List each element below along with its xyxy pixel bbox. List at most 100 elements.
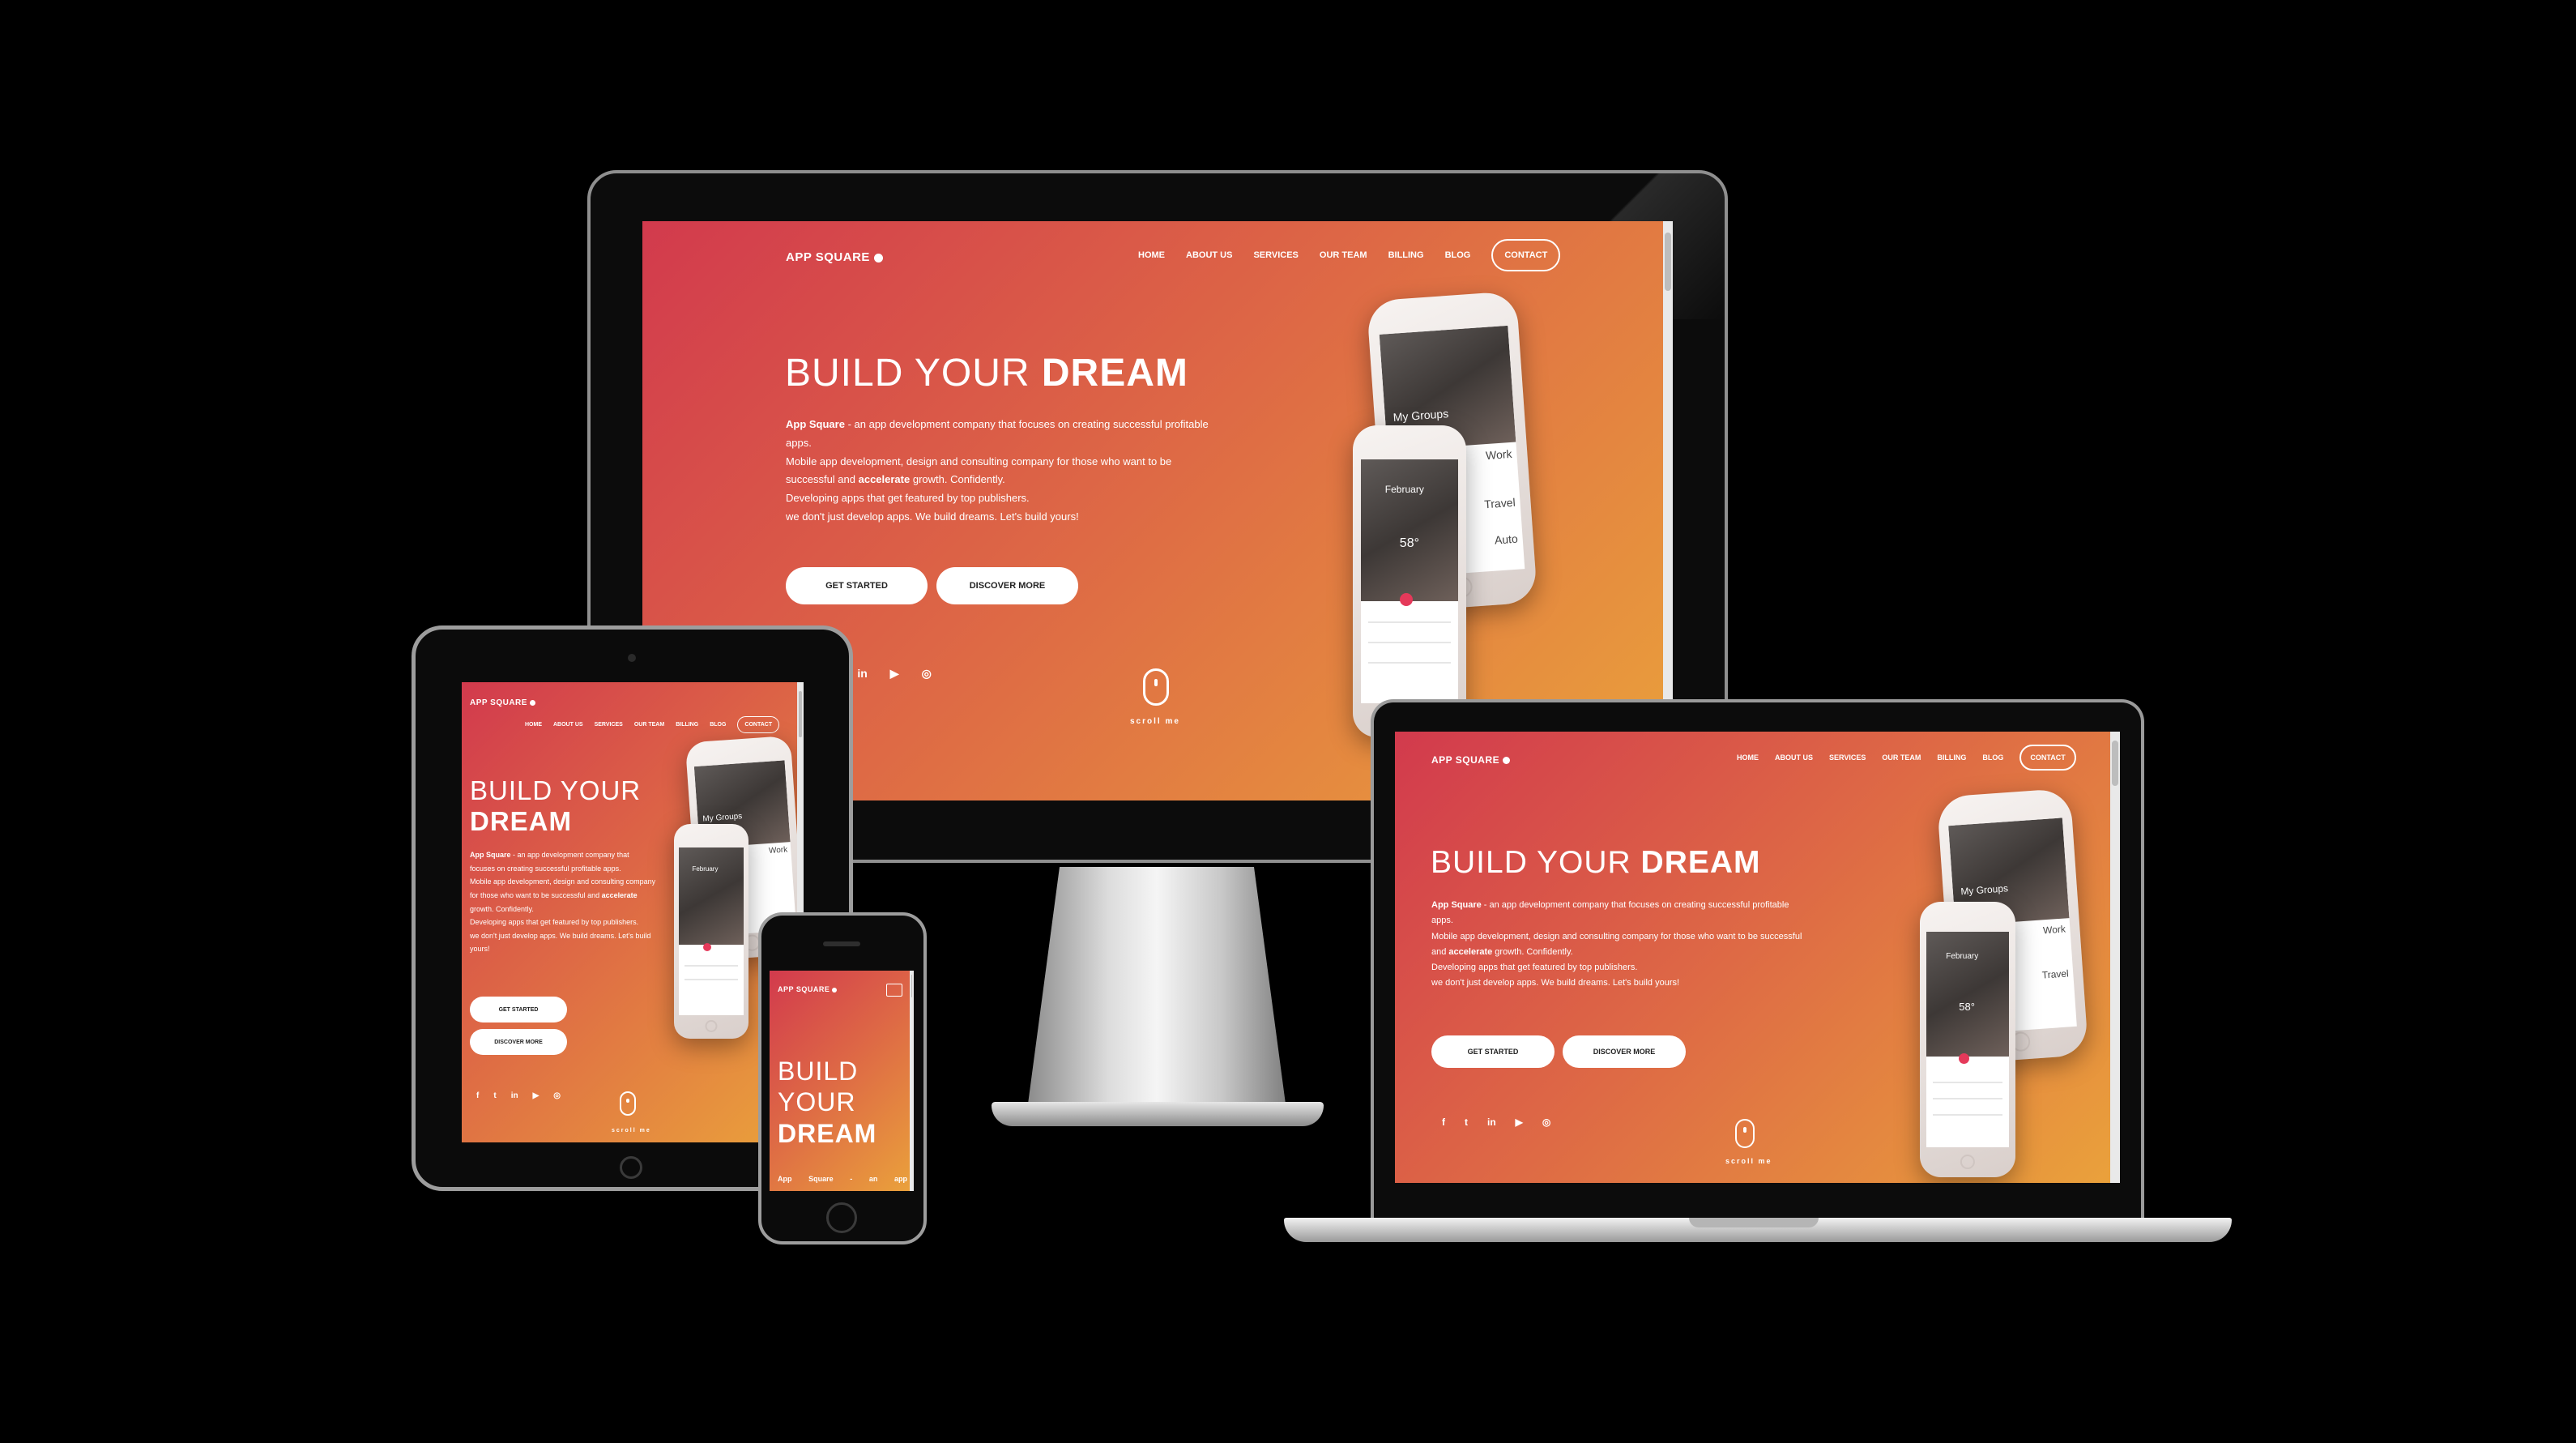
desktop-hero-phone-front: February 58° [1353,425,1466,737]
phone-list-row [1933,1098,2002,1100]
hero-description: App Square - an app development company … [470,848,656,956]
linkedin-icon[interactable]: in [511,1091,518,1100]
desc-accent: accelerate [858,473,911,486]
nav-billing[interactable]: BILLING [1937,754,1966,762]
nav-our-team[interactable]: OUR TEAM [1320,250,1367,260]
nav-home[interactable]: HOME [1737,754,1759,762]
scroll-mouse-icon[interactable] [620,1091,636,1116]
phone-temp-label: 58° [1399,536,1419,551]
nav-about-us[interactable]: ABOUT US [553,722,583,728]
desc-line-1: - an app development company that focuse… [786,418,1209,449]
main-nav: HOME ABOUT US SERVICES OUR TEAM BILLING … [1138,239,1561,271]
phone-list-row [1368,621,1451,624]
tablet-hero-phone-front: February [674,824,748,1039]
headline-bold: DREAM [1640,845,1761,880]
desc-line-3: growth. Confidently. [470,904,534,913]
nav-our-team[interactable]: OUR TEAM [1882,754,1921,762]
contact-button[interactable]: CONTACT [737,716,780,733]
nav-blog[interactable]: BLOG [710,722,726,728]
get-started-button[interactable]: GET STARTED [470,997,567,1022]
scroll-mouse-icon[interactable] [1735,1119,1755,1148]
phone-month-label: February [692,865,719,873]
hero-headline: BUILD YOUR DREAM [1431,845,1761,882]
headline-bold: DREAM [1041,352,1188,395]
phone-travel-label: Travel [2041,967,2070,981]
phone-list-row [684,979,739,981]
smartphone-home-button[interactable] [826,1202,857,1233]
nav-blog[interactable]: BLOG [1982,754,2003,762]
mobile-desc-word: - [850,1175,853,1183]
site-logo[interactable]: APP SQUARE [1431,754,1510,766]
desc-line-5: we don't just develop apps. We build dre… [1431,978,1680,988]
site-logo[interactable]: APP SQUARE [786,250,883,264]
discover-more-button[interactable]: DISCOVER MORE [470,1029,567,1055]
phone-photo [1926,932,2009,1057]
phone-work-label: Work [1485,447,1512,463]
tablet-home-button[interactable] [620,1156,642,1179]
hamburger-menu-icon[interactable] [886,984,902,997]
twitter-icon[interactable]: t [1465,1116,1468,1128]
phone-photo [679,847,744,946]
instagram-icon[interactable]: ◎ [553,1091,561,1100]
hero-headline: BUILD YOUR DREAM [470,775,648,837]
get-started-button[interactable]: GET STARTED [786,567,928,604]
nav-billing[interactable]: BILLING [676,722,698,728]
linkedin-icon[interactable]: in [1487,1116,1496,1128]
nav-services[interactable]: SERVICES [1829,754,1866,762]
headline-word-2: YOUR [778,1087,856,1117]
phone-auto-label: Auto [1494,532,1519,547]
desc-line-3: growth. Confidently. [910,473,1005,486]
nav-home[interactable]: HOME [525,722,542,728]
discover-more-button[interactable]: DISCOVER MORE [936,567,1078,604]
logo-dot-icon [530,699,536,706]
smartphone-screen: APP SQUARE BUILD YOUR DREAM App Square -… [770,971,914,1191]
laptop-scrollbar[interactable] [2110,732,2120,1183]
site-logo[interactable]: APP SQUARE [778,985,838,993]
youtube-icon[interactable]: ▶ [533,1091,540,1100]
nav-our-team[interactable]: OUR TEAM [634,722,664,728]
facebook-icon[interactable]: f [476,1091,479,1100]
phone-action-dot [1399,593,1413,607]
desc-line-5: we don't just develop apps. We build dre… [786,510,1079,523]
nav-billing[interactable]: BILLING [1388,250,1424,260]
instagram-icon[interactable]: ◎ [1542,1116,1550,1128]
desc-line-5: we don't just develop apps. We build dre… [470,931,651,954]
main-nav: HOME ABOUT US SERVICES OUR TEAM BILLING … [1737,745,2076,771]
nav-blog[interactable]: BLOG [1445,250,1471,260]
scroll-mouse-icon[interactable] [1143,668,1169,706]
contact-button[interactable]: CONTACT [1491,239,1561,271]
twitter-icon[interactable]: t [493,1091,496,1100]
mobile-site: APP SQUARE BUILD YOUR DREAM App Square -… [770,971,914,1191]
nav-about-us[interactable]: ABOUT US [1775,754,1813,762]
scroll-me-label[interactable]: scroll me [612,1128,651,1133]
linkedin-icon[interactable]: in [857,667,867,681]
phone-travel-label: Travel [1483,496,1516,511]
desc-accent: accelerate [601,890,638,899]
phone-month-label: February [1946,952,1979,962]
phone-screen: February 58° [1360,459,1459,703]
nav-home[interactable]: HOME [1138,250,1165,260]
instagram-icon[interactable]: ◎ [922,667,932,681]
contact-button[interactable]: CONTACT [2019,745,2076,771]
youtube-icon[interactable]: ▶ [1516,1116,1523,1128]
phone-list-row [1368,642,1451,644]
tablet-site: APP SQUARE HOME ABOUT US SERVICES OUR TE… [462,682,804,1142]
laptop-hero-phone-front: February 58° [1920,902,2015,1177]
youtube-icon[interactable]: ▶ [890,667,899,681]
discover-more-button[interactable]: DISCOVER MORE [1563,1035,1686,1068]
nav-about-us[interactable]: ABOUT US [1186,250,1232,260]
nav-services[interactable]: SERVICES [595,722,623,728]
phone-list-row [1933,1082,2002,1084]
social-links: f t in ▶ ◎ [476,1091,561,1100]
facebook-icon[interactable]: f [1442,1116,1445,1128]
site-logo[interactable]: APP SQUARE [470,698,536,707]
get-started-button[interactable]: GET STARTED [1431,1035,1555,1068]
mobile-description: App Square - an app [778,1175,907,1183]
desc-accent: accelerate [1448,946,1493,957]
nav-services[interactable]: SERVICES [1253,250,1298,260]
mobile-scrollbar[interactable] [910,971,914,1191]
laptop: APP SQUARE HOME ABOUT US SERVICES OUR TE… [1371,699,2144,1222]
scroll-me-label[interactable]: scroll me [1130,717,1180,726]
logo-text: APP SQUARE [778,985,830,993]
scroll-me-label[interactable]: scroll me [1725,1157,1772,1165]
